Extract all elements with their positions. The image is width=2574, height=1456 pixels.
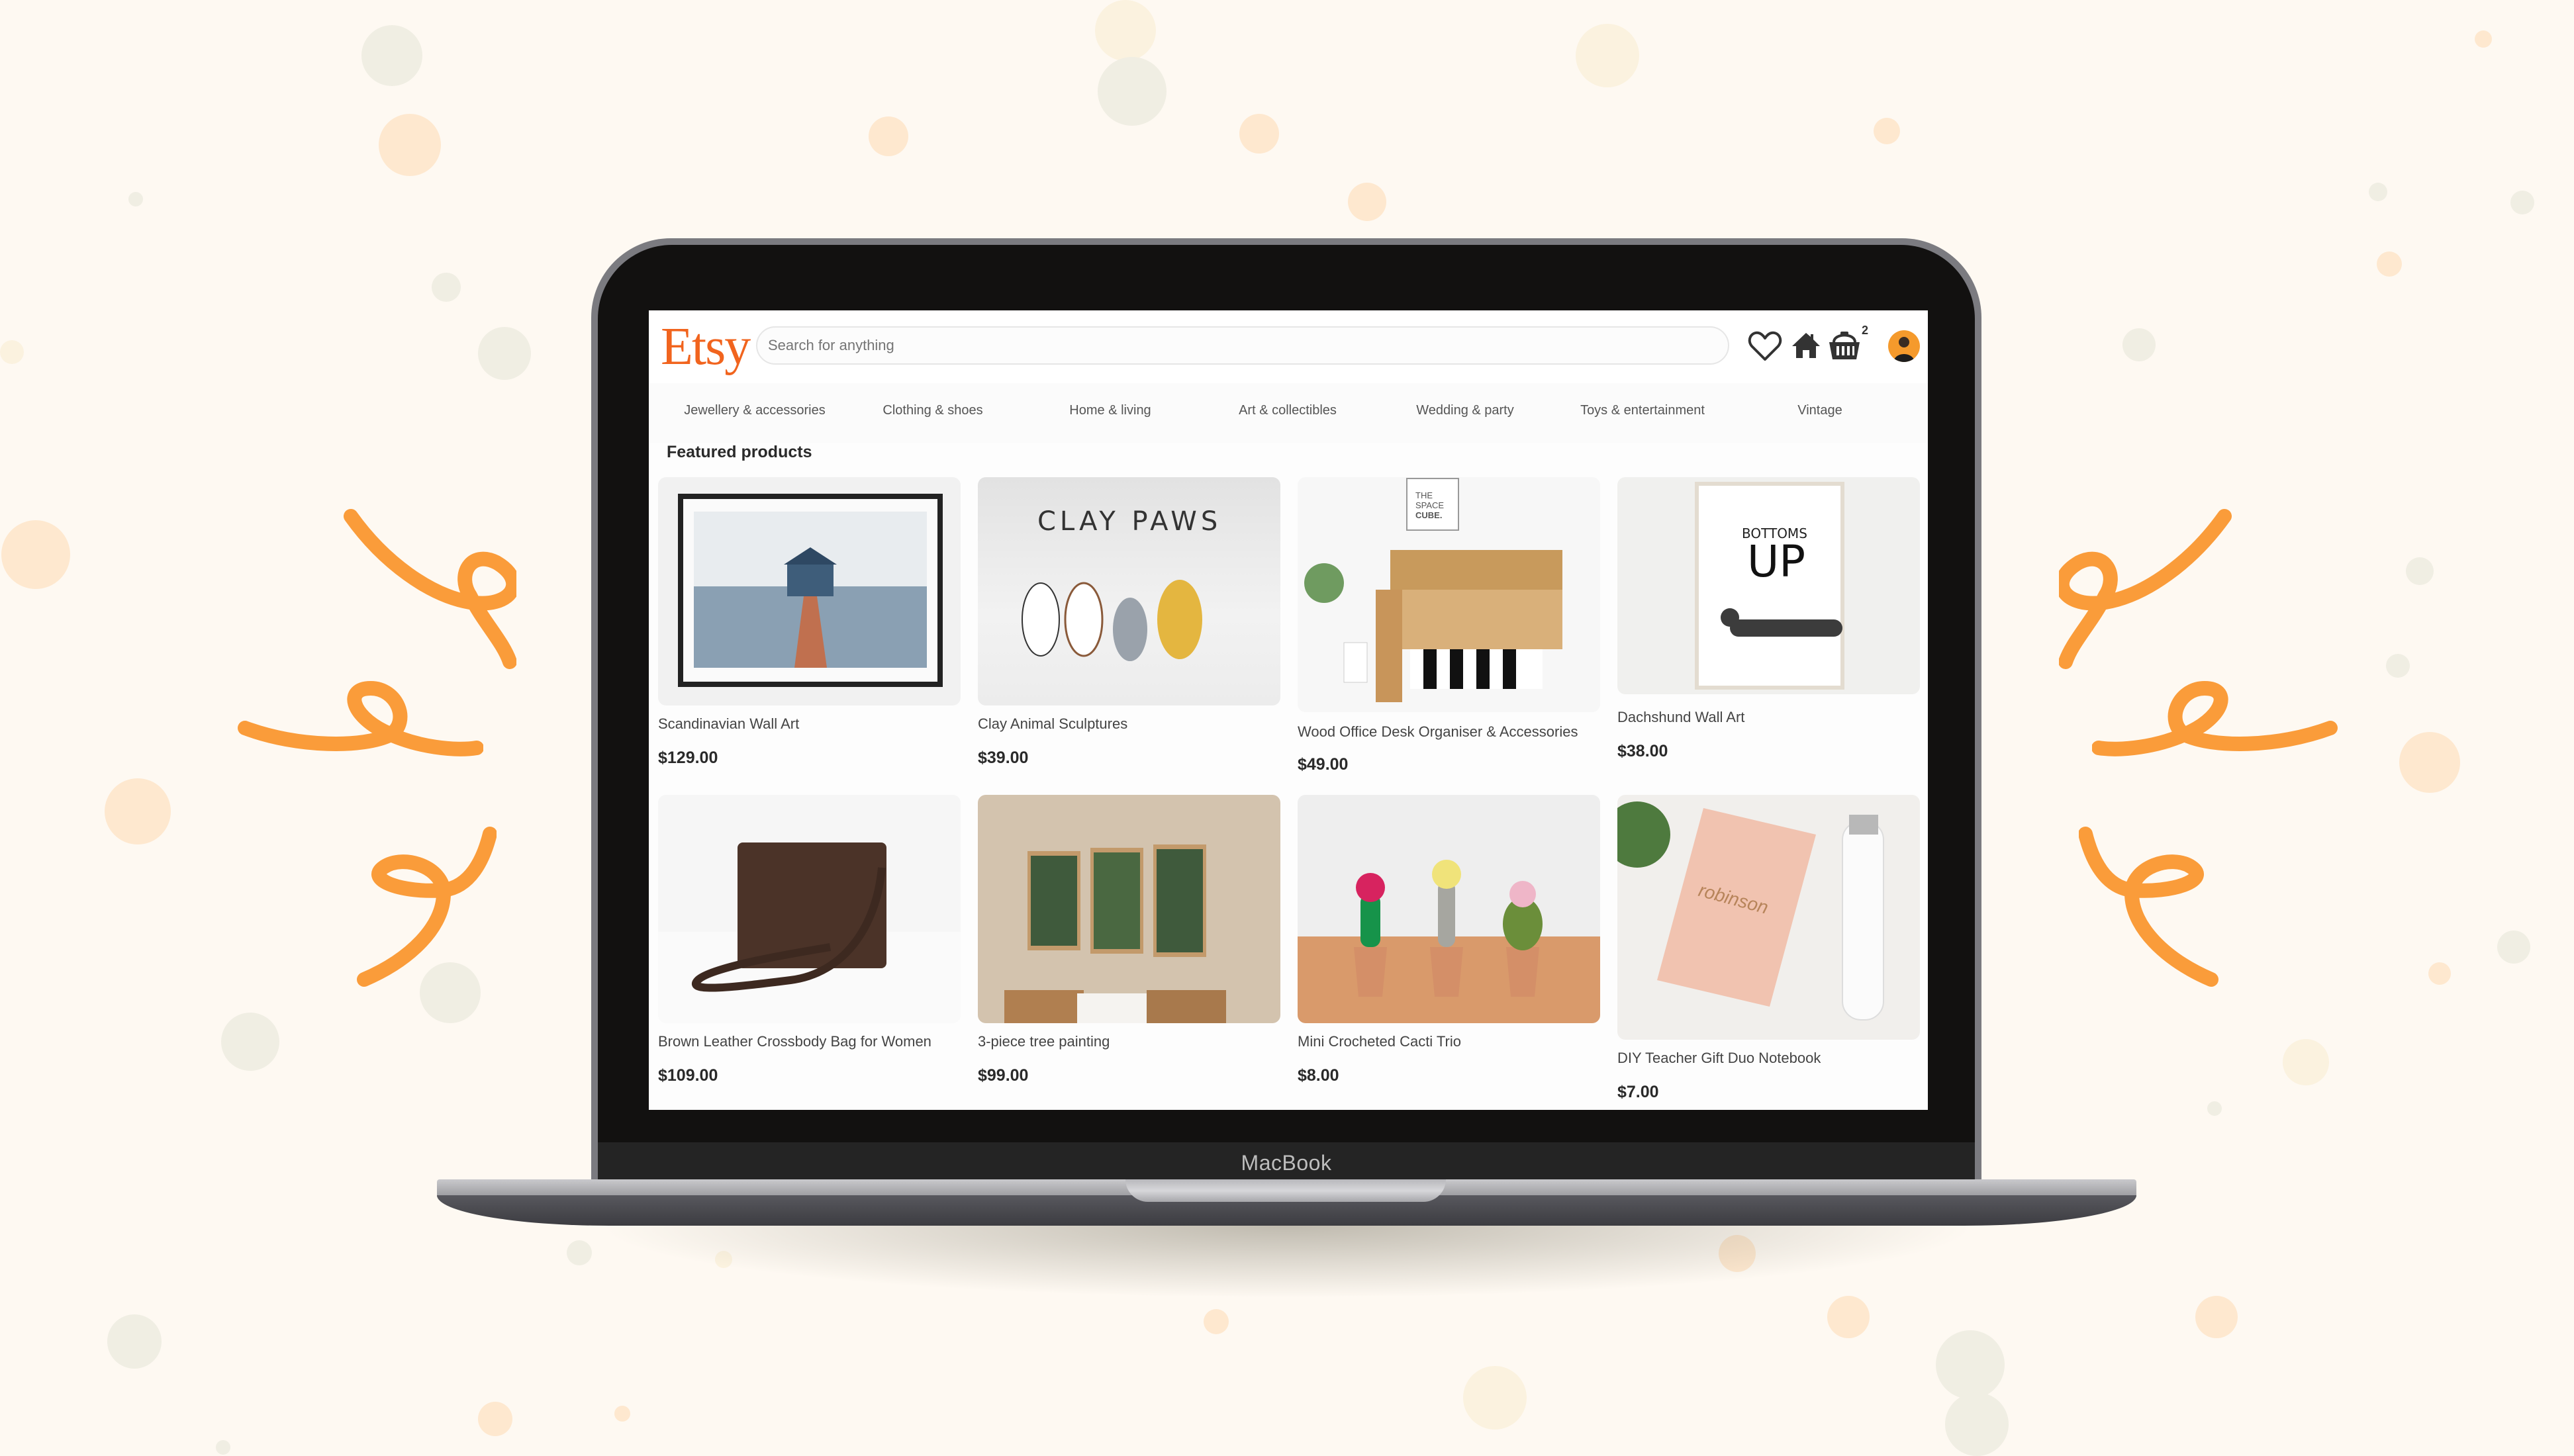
svg-text:CUBE.: CUBE. <box>1415 510 1442 520</box>
decor-dot <box>2369 183 2387 201</box>
laptop-notch <box>1125 1179 1446 1202</box>
decor-dot <box>2122 328 2156 361</box>
svg-text:CLAY PAWS: CLAY PAWS <box>1037 506 1221 537</box>
decor-dot <box>2428 962 2451 985</box>
decor-dot <box>1239 114 1279 154</box>
site-header: Etsy 2 <box>649 310 1928 383</box>
decor-dot <box>0 340 24 364</box>
decor-dot <box>1827 1296 1870 1338</box>
etsy-screen: Etsy 2 Jewellery & accessories Clothing … <box>649 310 1928 1110</box>
decor-dot <box>361 25 422 86</box>
product-image[interactable] <box>978 795 1280 1023</box>
decor-dot <box>1348 183 1386 221</box>
category-home-living[interactable]: Home & living <box>1069 403 1151 418</box>
decor-dot <box>1463 1366 1527 1430</box>
decor-dot <box>2510 191 2534 214</box>
product-image[interactable]: THE SPACE CUBE. <box>1298 477 1600 712</box>
decor-dot <box>478 327 531 380</box>
product-image[interactable] <box>658 795 961 1023</box>
product-price: $8.00 <box>1298 1066 1339 1085</box>
product-image[interactable] <box>1298 795 1600 1023</box>
product-image[interactable]: CLAY PAWS <box>978 477 1280 705</box>
category-vintage[interactable]: Vintage <box>1797 403 1842 418</box>
decor-dot <box>221 1013 279 1071</box>
decor-dot <box>1204 1309 1229 1334</box>
home-icon[interactable] <box>1791 332 1821 359</box>
decor-dot <box>2475 30 2492 48</box>
product-name[interactable]: Brown Leather Crossbody Bag for Women <box>658 1033 931 1050</box>
decor-dot <box>105 778 171 844</box>
decor-dot <box>1874 118 1900 144</box>
decor-dot <box>1095 0 1156 61</box>
decor-dot <box>2399 732 2460 793</box>
device-label: MacBook <box>1241 1151 1332 1175</box>
product-price: $99.00 <box>978 1066 1029 1085</box>
decor-dot <box>216 1440 230 1455</box>
decor-dot <box>432 273 461 302</box>
decor-dot <box>2377 251 2402 277</box>
category-clothing[interactable]: Clothing & shoes <box>882 403 982 418</box>
ribbon-swirl-right-top <box>2059 509 2232 669</box>
laptop-chin: MacBook <box>598 1142 1975 1182</box>
decor-dot <box>2386 654 2410 678</box>
decor-dot <box>567 1240 592 1265</box>
decor-dot <box>869 116 908 156</box>
heart-icon[interactable] <box>1748 330 1782 362</box>
product-image[interactable]: BOTTOMS UP <box>1617 477 1920 694</box>
decor-dot <box>2207 1101 2222 1116</box>
product-price: $109.00 <box>658 1066 718 1085</box>
svg-text:THE: THE <box>1415 490 1433 500</box>
product-price: $49.00 <box>1298 755 1349 774</box>
category-toys[interactable]: Toys & entertainment <box>1580 403 1705 418</box>
product-price: $39.00 <box>978 749 1029 767</box>
search-input[interactable] <box>756 326 1729 365</box>
product-name[interactable]: Clay Animal Sculptures <box>978 715 1127 733</box>
product-name[interactable]: Scandinavian Wall Art <box>658 715 799 733</box>
decor-dot <box>2283 1039 2329 1085</box>
decor-dot <box>379 114 441 176</box>
etsy-logo[interactable]: Etsy <box>661 317 751 377</box>
category-wedding[interactable]: Wedding & party <box>1416 403 1514 418</box>
avatar[interactable] <box>1888 330 1920 362</box>
ribbon-swirl-right-middle <box>2092 680 2338 756</box>
category-nav: Jewellery & accessories Clothing & shoes… <box>649 383 1928 443</box>
section-title: Featured products <box>667 443 812 461</box>
product-name[interactable]: Dachshund Wall Art <box>1617 709 1744 726</box>
product-name[interactable]: 3-piece tree painting <box>978 1033 1110 1050</box>
decor-dot <box>128 192 143 206</box>
decor-dot <box>1 520 70 589</box>
ribbon-swirl-left-bottom <box>357 827 497 987</box>
decor-dot <box>2195 1296 2238 1338</box>
decor-dot <box>1576 24 1639 87</box>
decor-dot <box>2497 931 2530 964</box>
category-jewellery[interactable]: Jewellery & accessories <box>684 403 825 418</box>
decor-dot <box>1945 1392 2009 1456</box>
user-photo <box>1893 337 1915 362</box>
product-image[interactable]: robinson <box>1617 795 1920 1040</box>
category-art[interactable]: Art & collectibles <box>1239 403 1337 418</box>
decor-dot <box>1098 57 1167 126</box>
decor-dot <box>107 1314 162 1369</box>
ribbon-swirl-left-middle <box>238 680 483 756</box>
product-price: $7.00 <box>1617 1083 1659 1101</box>
svg-text:SPACE: SPACE <box>1415 500 1444 510</box>
ribbon-swirl-left-top <box>344 509 516 669</box>
ribbon-swirl-right-bottom <box>2079 827 2218 987</box>
product-image[interactable] <box>658 477 961 705</box>
product-name[interactable]: Mini Crocheted Cacti Trio <box>1298 1033 1461 1050</box>
decor-dot <box>478 1402 512 1436</box>
product-price: $129.00 <box>658 749 718 767</box>
decor-dot <box>614 1406 630 1422</box>
svg-text:UP: UP <box>1747 536 1805 587</box>
decor-dot <box>2406 557 2434 585</box>
product-price: $38.00 <box>1617 742 1668 760</box>
cart-count-badge: 2 <box>1862 324 1869 337</box>
product-name[interactable]: DIY Teacher Gift Duo Notebook <box>1617 1050 1821 1067</box>
product-name[interactable]: Wood Office Desk Organiser & Accessories <box>1298 723 1578 741</box>
basket-icon[interactable] <box>1827 328 1862 362</box>
laptop-shadow <box>596 1226 1979 1298</box>
decor-dot <box>1936 1330 2005 1399</box>
